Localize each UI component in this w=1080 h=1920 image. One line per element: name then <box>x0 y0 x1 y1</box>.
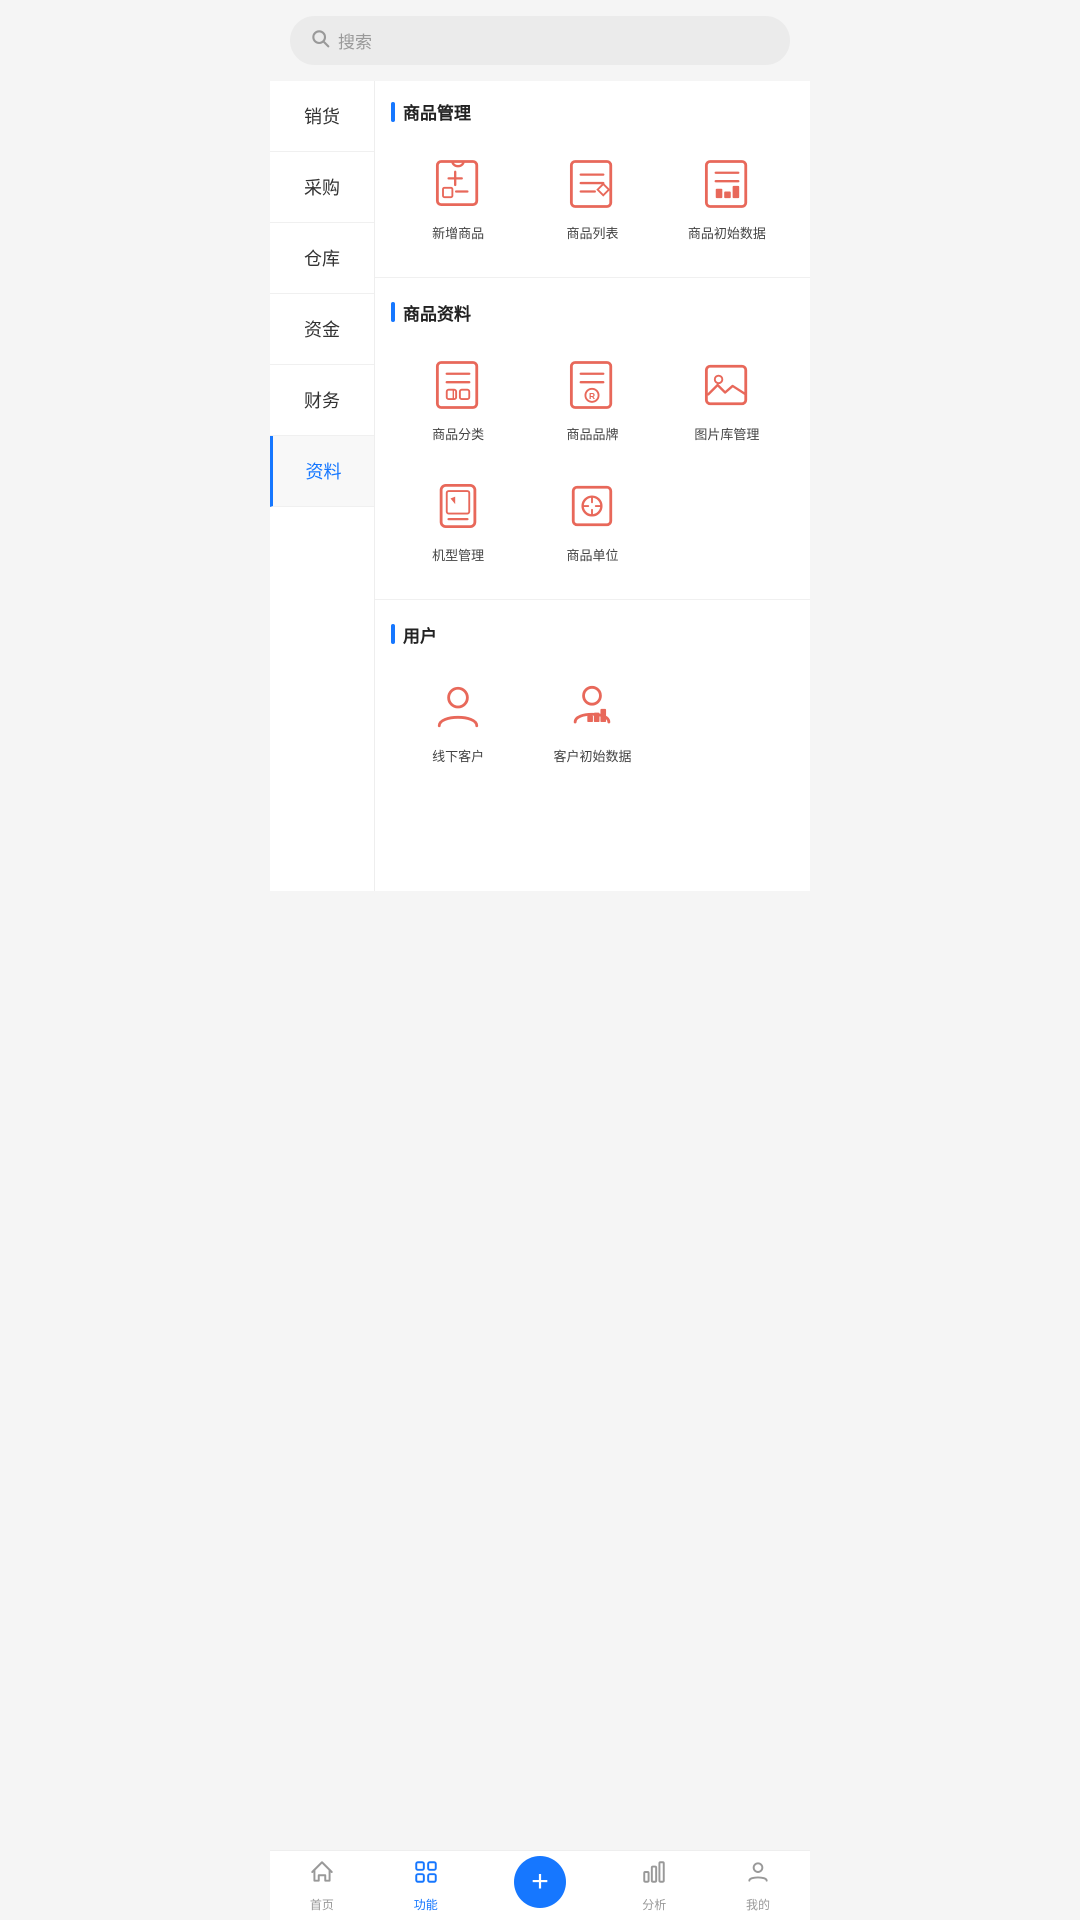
image-library-icon <box>695 353 759 417</box>
sidebar-item-finance[interactable]: 财务 <box>270 365 374 436</box>
search-icon <box>310 28 330 53</box>
section-title-bar <box>391 102 395 122</box>
sidebar-item-capital[interactable]: 资金 <box>270 294 374 365</box>
model-management-icon <box>426 474 490 538</box>
product-info-grid: 商品分类 R 商品品牌 <box>391 343 794 591</box>
product-category-icon <box>426 353 490 417</box>
nav-mine[interactable]: 我的 <box>706 1859 810 1913</box>
divider-1 <box>375 277 810 278</box>
main-layout: 销货 采购 仓库 资金 财务 资料 商品管理 <box>270 81 810 891</box>
model-management-label: 机型管理 <box>432 548 484 565</box>
svg-text:R: R <box>589 391 595 401</box>
section-title-product-management: 商品管理 <box>391 99 794 124</box>
product-unit-icon <box>560 474 624 538</box>
mine-label: 我的 <box>746 1896 770 1913</box>
function-label: 功能 <box>414 1896 438 1913</box>
customer-initial-data-icon <box>560 675 624 739</box>
add-product-item[interactable]: 新增商品 <box>391 142 525 253</box>
product-management-grid: 新增商品 商品列表 <box>391 142 794 269</box>
nav-home[interactable]: 首页 <box>270 1859 374 1913</box>
offline-customer-label: 线下客户 <box>432 749 484 766</box>
product-list-item[interactable]: 商品列表 <box>525 142 659 253</box>
section-user: 用户 线下客户 <box>375 604 810 800</box>
product-category-item[interactable]: 商品分类 <box>391 343 525 454</box>
section-product-management: 商品管理 新增商品 <box>375 81 810 277</box>
divider-2 <box>375 599 810 600</box>
home-icon <box>309 1859 335 1892</box>
nav-plus[interactable]: + <box>478 1856 603 1916</box>
mine-icon <box>745 1859 771 1892</box>
product-category-label: 商品分类 <box>432 427 484 444</box>
customer-initial-data-item[interactable]: 客户初始数据 <box>525 665 659 776</box>
section-title-user: 用户 <box>391 622 794 647</box>
analysis-icon <box>641 1859 667 1892</box>
sidebar-item-warehouse[interactable]: 仓库 <box>270 223 374 294</box>
nav-function[interactable]: 功能 <box>374 1859 478 1913</box>
analysis-label: 分析 <box>642 1896 666 1913</box>
bottom-nav: 首页 功能 + 分析 <box>270 1850 810 1920</box>
nav-analysis[interactable]: 分析 <box>602 1859 706 1913</box>
product-list-icon <box>560 152 624 216</box>
section-title-bar-3 <box>391 624 395 644</box>
section-title-bar-2 <box>391 302 395 322</box>
model-management-item[interactable]: 机型管理 <box>391 464 525 575</box>
image-library-label: 图片库管理 <box>694 427 759 444</box>
product-brand-label: 商品品牌 <box>566 427 618 444</box>
plus-button[interactable]: + <box>514 1856 566 1908</box>
product-initial-data-item[interactable]: 商品初始数据 <box>660 142 794 253</box>
offline-customer-icon <box>426 675 490 739</box>
offline-customer-item[interactable]: 线下客户 <box>391 665 525 776</box>
customer-initial-data-label: 客户初始数据 <box>553 749 631 766</box>
product-brand-icon: R <box>560 353 624 417</box>
plus-icon: + <box>531 1867 549 1897</box>
search-bar-container: 搜索 <box>270 0 810 81</box>
sidebar-item-sales[interactable]: 销货 <box>270 81 374 152</box>
search-bar[interactable]: 搜索 <box>290 16 790 65</box>
product-unit-item[interactable]: 商品单位 <box>525 464 659 575</box>
section-title-product-info: 商品资料 <box>391 300 794 325</box>
content-area: 商品管理 新增商品 <box>375 81 810 891</box>
user-grid: 线下客户 客户初始数据 <box>391 665 794 792</box>
product-initial-data-label: 商品初始数据 <box>688 226 766 243</box>
product-unit-label: 商品单位 <box>566 548 618 565</box>
add-product-icon <box>426 152 490 216</box>
product-brand-item[interactable]: R 商品品牌 <box>525 343 659 454</box>
product-initial-data-icon <box>695 152 759 216</box>
function-icon <box>413 1859 439 1892</box>
home-label: 首页 <box>310 1896 334 1913</box>
sidebar-item-purchase[interactable]: 采购 <box>270 152 374 223</box>
product-list-label: 商品列表 <box>566 226 618 243</box>
image-library-item[interactable]: 图片库管理 <box>660 343 794 454</box>
sidebar-item-data[interactable]: 资料 <box>270 436 374 507</box>
search-placeholder: 搜索 <box>338 28 372 53</box>
section-product-info: 商品资料 商品分类 <box>375 282 810 599</box>
add-product-label: 新增商品 <box>432 226 484 243</box>
sidebar: 销货 采购 仓库 资金 财务 资料 <box>270 81 375 891</box>
